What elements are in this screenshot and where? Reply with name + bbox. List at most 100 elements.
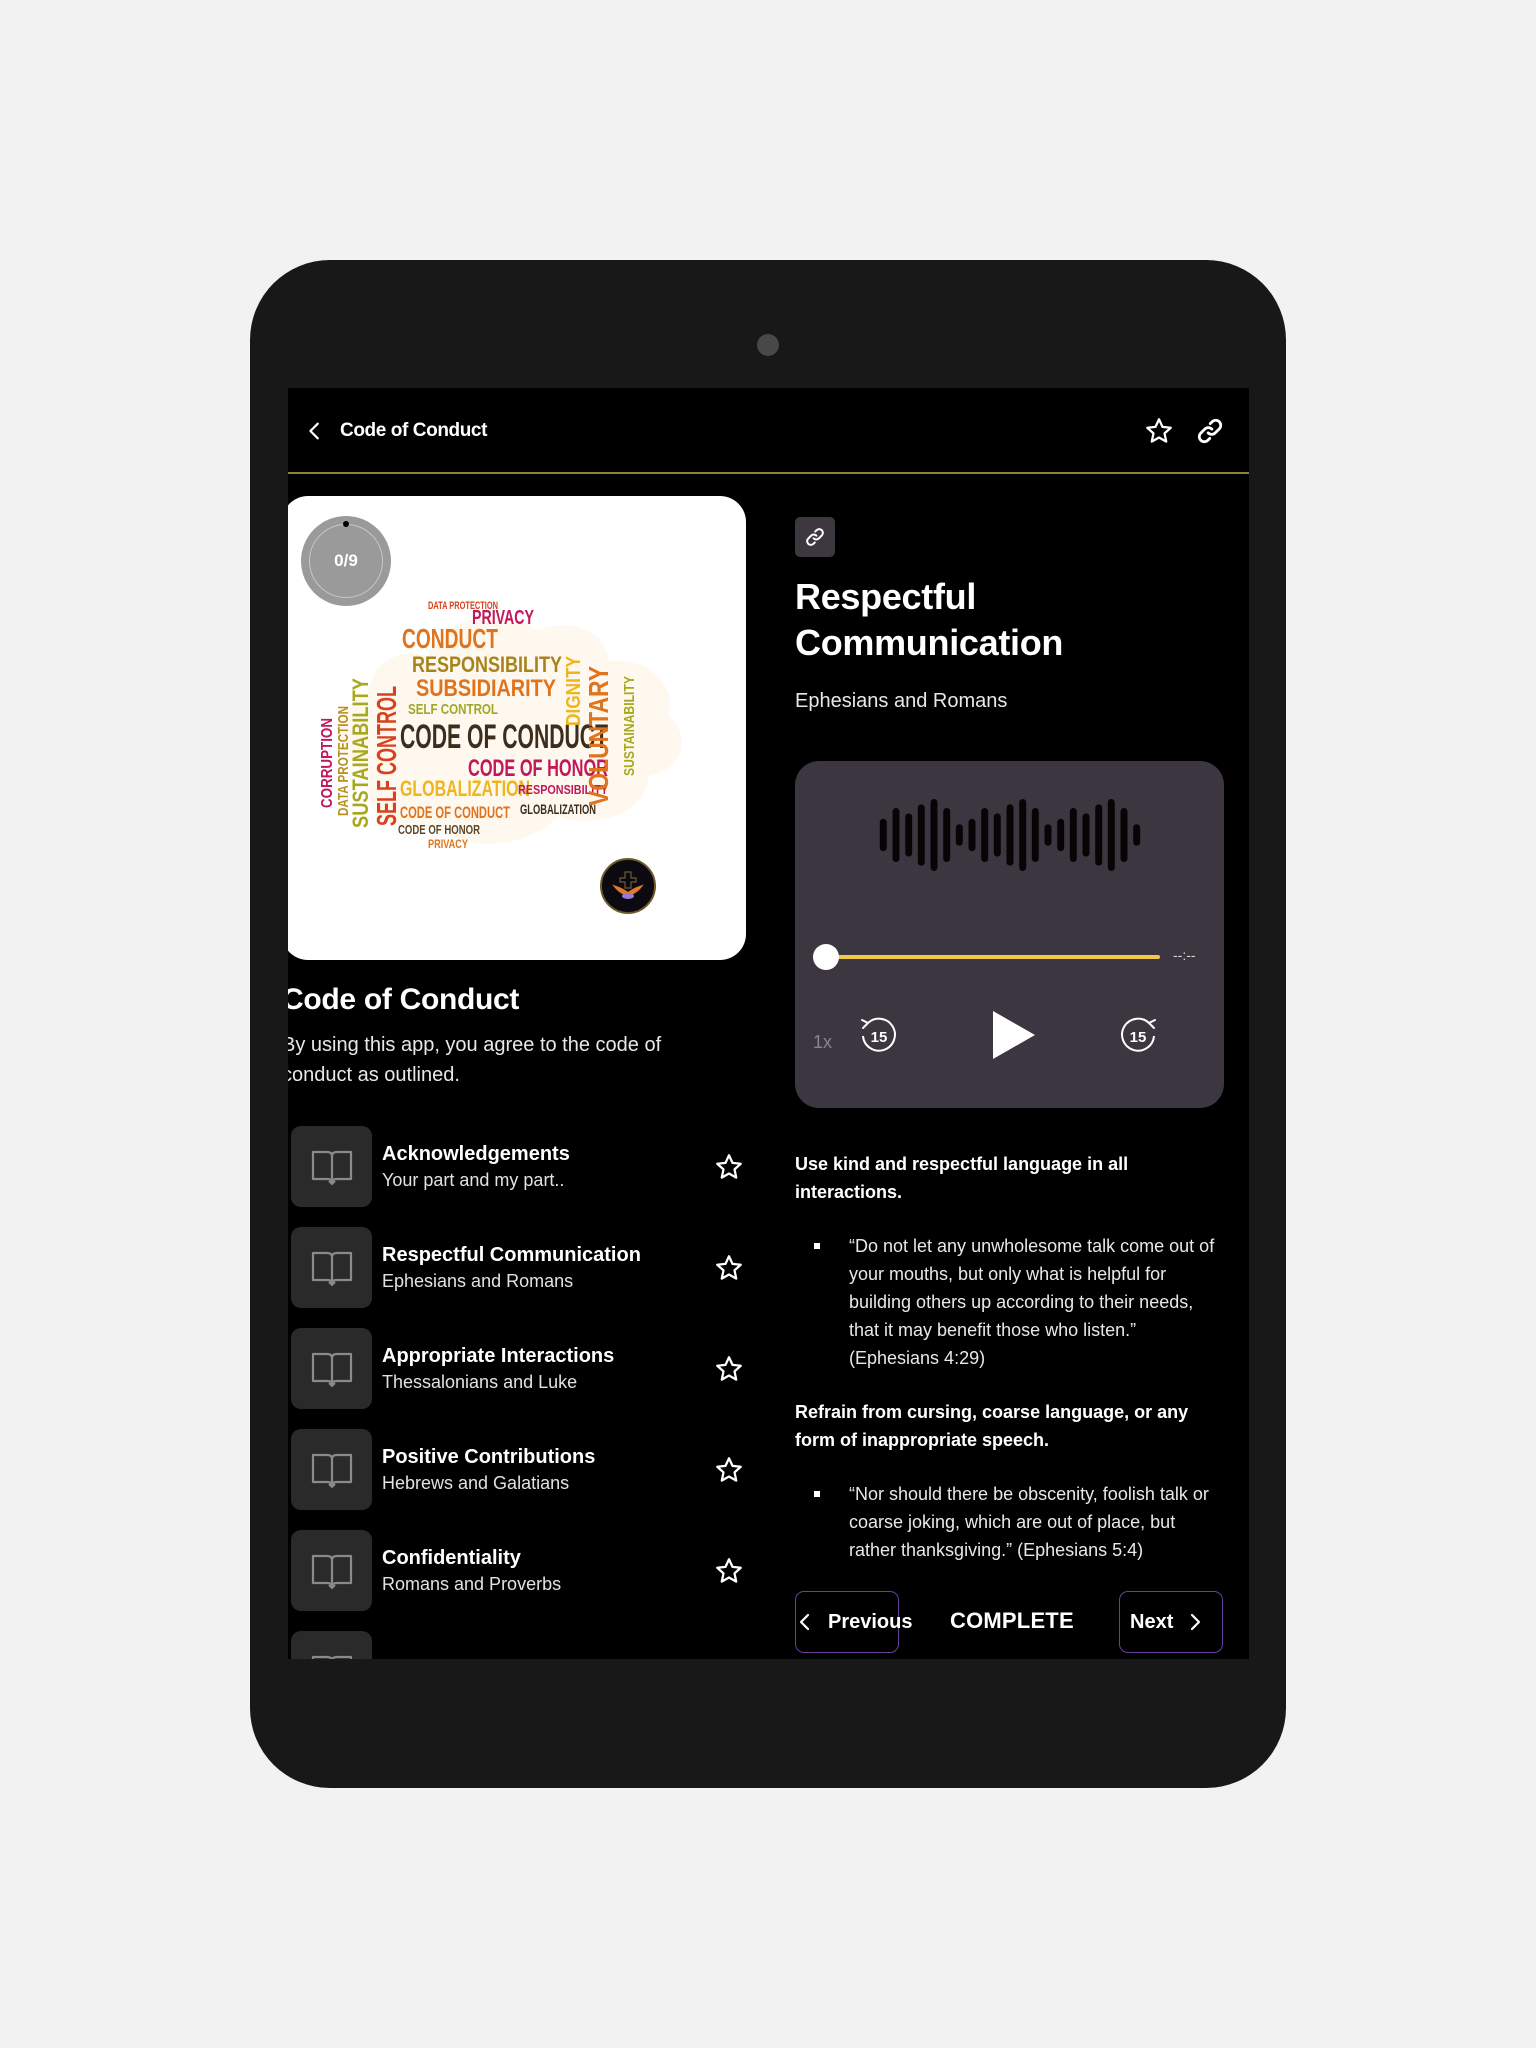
next-button[interactable]: Next [1119,1591,1223,1653]
scripture-quote: “Do not let any unwholesome talk come ou… [795,1232,1225,1372]
lesson-item-subtitle: Ephesians and Romans [382,1270,574,1291]
course-title: Code of Conduct [288,983,520,1016]
rewind-15-button[interactable]: 15 [856,1014,900,1058]
svg-text:SELF CONTROL: SELF CONTROL [408,701,498,718]
link-icon [1197,418,1223,444]
back-title: Code of Conduct [340,420,488,441]
complete-button[interactable]: COMPLETE [950,1608,1074,1634]
svg-text:GLOBALIZATION: GLOBALIZATION [400,776,530,801]
svg-text:CORRUPTION: CORRUPTION [319,718,336,808]
cross-wings-logo-icon [612,871,644,899]
waveform-bar [955,824,963,846]
star-icon[interactable] [714,1556,744,1586]
svg-text:VOLUNTARY: VOLUNTARY [583,666,614,806]
book-icon [311,1554,352,1589]
svg-text:CODE OF CONDUCT: CODE OF CONDUCT [400,803,510,822]
lesson-subtitle: Ephesians and Romans [795,690,1008,712]
waveform-bar [930,799,938,871]
forward-15-button[interactable]: 15 [1117,1014,1161,1058]
chevron-left-icon [309,422,319,440]
star-icon[interactable] [714,1152,744,1182]
favorite-button[interactable] [1140,412,1178,450]
lesson-thumbnail [291,1429,372,1510]
book-icon [311,1352,352,1387]
section-heading: Use kind and respectful language in all … [795,1154,1129,1202]
quote-list: “Nor should there be obscenity, foolish … [795,1480,1225,1564]
camera-dot [757,334,779,356]
play-icon [993,1011,1035,1059]
star-icon[interactable] [714,1657,744,1660]
lesson-item[interactable]: Positive Contributions Hebrews and Galati… [288,1429,754,1510]
lesson-item-title: Confidentiality [382,1546,521,1569]
back-button[interactable]: Code of Conduct [304,412,487,450]
section-heading: Refrain from cursing, coarse language, o… [795,1402,1189,1450]
waveform-bar [1069,808,1077,862]
lesson-item-title: Respectful Communication [382,1243,641,1266]
waveform-bar [1057,818,1065,852]
quote-list: “Do not let any unwholesome talk come ou… [795,1232,1225,1372]
book-icon [311,1150,352,1185]
waveform-bar [943,808,951,862]
lesson-item-subtitle: Your part and my part.. [382,1169,565,1190]
star-icon [1146,418,1172,443]
previous-label: Previous [828,1610,913,1633]
forward-seconds: 15 [1130,1029,1147,1046]
forward-15-icon: 15 [1121,1017,1156,1052]
waveform-bar [1107,799,1115,871]
previous-button[interactable]: Previous [795,1591,912,1653]
seek-track [825,955,1160,959]
lesson-item-subtitle: Thessalonians and Luke [382,1371,578,1392]
star-icon[interactable] [714,1455,744,1485]
waveform-bar [968,818,976,852]
star-icon[interactable] [714,1354,744,1384]
svg-text:DIGNITY: DIGNITY [563,655,585,726]
lesson-title: Respectful Communication [795,576,1064,663]
waveform-bar [1044,824,1052,846]
svg-text:SUBSIDIARITY: SUBSIDIARITY [416,675,556,702]
lesson-nav-bar: Previous COMPLETE Next [795,1591,1225,1653]
svg-text:DATA PROTECTION: DATA PROTECTION [335,706,352,816]
waveform-bar [1133,824,1141,846]
svg-text:RESPONSIBILITY: RESPONSIBILITY [412,652,562,677]
lesson-item-title: Positive Contributions [382,1445,596,1468]
scripture-quote: “Nor should there be obscenity, foolish … [795,1480,1225,1564]
svg-text:DATA PROTECTION: DATA PROTECTION [428,600,498,612]
chevron-left-icon [799,1613,810,1631]
seek-slider[interactable] [813,944,1160,970]
next-label: Next [1130,1610,1174,1633]
waveform-bar [905,813,913,857]
course-cover-image: 0/9 CODE OF CONDUCT CODE OF HONOR GLOBAL… [288,496,746,960]
lesson-item-subtitle: Romans and Proverbs [382,1573,562,1594]
lesson-thumbnail [291,1631,372,1659]
course-description: By using this app, you agree to the code… [288,1034,662,1086]
play-button[interactable] [985,1005,1041,1065]
lesson-thumbnail [291,1126,372,1207]
lesson-item[interactable]: Acknowledgements Your part and my part.. [288,1126,754,1207]
share-link-button[interactable] [1191,412,1229,450]
progress-text: 0/9 [334,551,358,570]
lesson-item[interactable]: Appropriate Interactions Thessalonians an… [288,1328,754,1409]
lesson-item-subtitle: Hebrews and Galatians [382,1472,570,1493]
copy-link-button[interactable] [795,517,835,557]
top-bar: Code of Conduct [288,388,1249,474]
waveform-bar [1095,804,1103,866]
star-icon[interactable] [714,1253,744,1283]
seek-thumb[interactable] [813,944,839,970]
lesson-thumbnail [291,1328,372,1409]
playback-speed-button[interactable]: 1x [813,1032,832,1053]
lesson-item[interactable] [288,1631,754,1659]
book-icon [311,1453,352,1488]
waveform-visual [879,799,1141,871]
chevron-right-icon [1190,1613,1201,1631]
lesson-item[interactable]: Confidentiality Romans and Proverbs [288,1530,754,1611]
lesson-list: Acknowledgements Your part and my part.. R… [288,1126,754,1659]
lesson-content: Use kind and respectful language in all … [795,1150,1225,1590]
waveform-bar [879,818,887,852]
lesson-item[interactable]: Respectful Communication Ephesians and Ro… [288,1227,754,1308]
waveform-bar [1019,799,1027,871]
waveform-bar [1031,808,1039,862]
book-icon [311,1251,352,1286]
word-cloud-image: CODE OF CONDUCT CODE OF HONOR GLOBALIZAT… [319,600,682,851]
waveform-bar [1006,804,1014,866]
lesson-item-title: Appropriate Interactions [382,1344,615,1367]
